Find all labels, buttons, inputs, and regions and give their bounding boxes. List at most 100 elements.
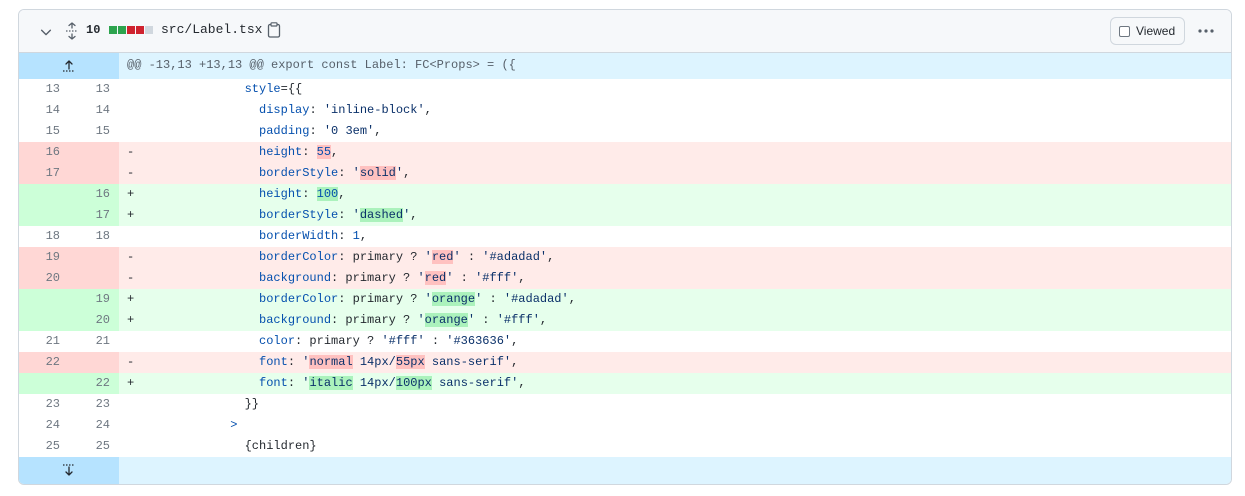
code-token: '#fff': [496, 313, 540, 327]
old-line-number[interactable]: 21: [19, 331, 69, 352]
old-line-number[interactable]: 23: [19, 394, 69, 415]
code-token: '#fff': [475, 271, 519, 285]
code-token: ': [417, 313, 425, 327]
code-token: : primary ?: [338, 292, 425, 306]
code-token: :: [338, 229, 353, 243]
new-line-number[interactable]: 23: [69, 394, 119, 415]
new-line-number[interactable]: 15: [69, 121, 119, 142]
old-line-number[interactable]: 24: [19, 415, 69, 436]
code-token: ,: [374, 124, 382, 138]
code-token: ': [352, 208, 360, 222]
copy-icon[interactable]: [267, 22, 281, 38]
context-line-row: 18 18 borderWidth: 1,: [19, 226, 1231, 247]
old-line-number[interactable]: 20: [19, 268, 69, 289]
code-token: ,: [424, 103, 432, 117]
context-line-row: 24 24 >: [19, 415, 1231, 436]
word-diff-highlight: orange: [424, 313, 468, 327]
code-token: :: [424, 334, 447, 348]
old-line-number[interactable]: [19, 373, 69, 394]
word-diff-highlight: 55: [316, 145, 332, 159]
new-line-number[interactable]: 20: [69, 310, 119, 331]
kebab-horizontal-icon[interactable]: [1196, 23, 1216, 39]
old-line-number[interactable]: 13: [19, 79, 69, 100]
code-token: :: [482, 292, 504, 306]
new-line-number[interactable]: [69, 268, 119, 289]
word-diff-highlight: italic: [309, 376, 353, 390]
old-line-number[interactable]: 18: [19, 226, 69, 247]
code-token: height: [259, 145, 303, 159]
new-line-number[interactable]: [69, 352, 119, 373]
new-line-number[interactable]: 22: [69, 373, 119, 394]
code-token: borderStyle: [259, 166, 339, 180]
new-line-number[interactable]: 19: [69, 289, 119, 310]
code-token: ,: [518, 376, 526, 390]
deleted-line-row: 17- borderStyle: 'solid',: [19, 163, 1231, 184]
expand-down-icon[interactable]: [61, 462, 77, 478]
added-line-row: 22 + font: 'italic 14px/100px sans-serif'…: [19, 373, 1231, 394]
new-line-number[interactable]: 13: [69, 79, 119, 100]
code-token: borderStyle: [259, 208, 339, 222]
new-line-number[interactable]: 21: [69, 331, 119, 352]
new-line-number[interactable]: 18: [69, 226, 119, 247]
code-token: : primary ?: [295, 334, 382, 348]
viewed-checkbox[interactable]: [1119, 26, 1130, 37]
diff-table: @@ -13,13 +13,13 @@ export const Label: …: [19, 53, 1231, 484]
code-token: ': [417, 271, 425, 285]
added-line-row: 20 + background: primary ? 'orange' : '#f…: [19, 310, 1231, 331]
old-line-number[interactable]: 19: [19, 247, 69, 268]
code-token: borderColor: [259, 250, 339, 264]
old-line-number[interactable]: 16: [19, 142, 69, 163]
chevron-down-icon[interactable]: [39, 25, 53, 39]
diffstat-bar: [109, 26, 153, 34]
file-header: 10 src/Label.tsx Viewed: [19, 10, 1231, 53]
added-line-row: 16 + height: 100,: [19, 184, 1231, 205]
code-token: 1: [352, 229, 360, 243]
old-line-number[interactable]: [19, 184, 69, 205]
context-line-row: 25 25 {children}: [19, 436, 1231, 457]
diffstat-square: [118, 26, 126, 34]
code-token: color: [259, 334, 296, 348]
old-line-number[interactable]: 25: [19, 436, 69, 457]
viewed-label: Viewed: [1136, 24, 1176, 38]
new-line-number[interactable]: 17: [69, 205, 119, 226]
changes-count: 10: [86, 23, 101, 37]
new-line-number[interactable]: [69, 247, 119, 268]
expand-all-icon[interactable]: [64, 22, 80, 40]
diffstat-square: [109, 26, 117, 34]
new-line-number[interactable]: 14: [69, 100, 119, 121]
code-line: style={{: [119, 79, 1231, 100]
viewed-toggle[interactable]: Viewed: [1110, 17, 1185, 45]
new-line-number[interactable]: 24: [69, 415, 119, 436]
code-token: :: [287, 376, 303, 390]
old-line-number[interactable]: 14: [19, 100, 69, 121]
old-line-number[interactable]: [19, 289, 69, 310]
code-line: borderStyle: 'solid',: [119, 163, 1231, 184]
word-diff-highlight: red: [424, 271, 447, 285]
code-token: borderColor: [259, 292, 339, 306]
file-path[interactable]: src/Label.tsx: [161, 22, 262, 37]
new-line-number[interactable]: [69, 163, 119, 184]
new-line-number[interactable]: [69, 142, 119, 163]
old-line-number[interactable]: [19, 205, 69, 226]
code-token: '#adadad': [482, 250, 548, 264]
code-token: : primary ?: [331, 271, 418, 285]
old-line-number[interactable]: 22: [19, 352, 69, 373]
new-line-number[interactable]: 25: [69, 436, 119, 457]
diffstat-square: [136, 26, 144, 34]
old-line-number[interactable]: [19, 310, 69, 331]
expand-up-icon[interactable]: [61, 58, 77, 74]
code-line: >: [119, 415, 1231, 436]
hunk-header-text: @@ -13,13 +13,13 @@ export const Label: …: [127, 58, 516, 72]
old-line-number[interactable]: 17: [19, 163, 69, 184]
new-line-number[interactable]: 16: [69, 184, 119, 205]
code-token: : primary ?: [331, 313, 418, 327]
old-line-number[interactable]: 15: [19, 121, 69, 142]
code-line: height: 55,: [119, 142, 1231, 163]
code-token: :: [460, 250, 483, 264]
